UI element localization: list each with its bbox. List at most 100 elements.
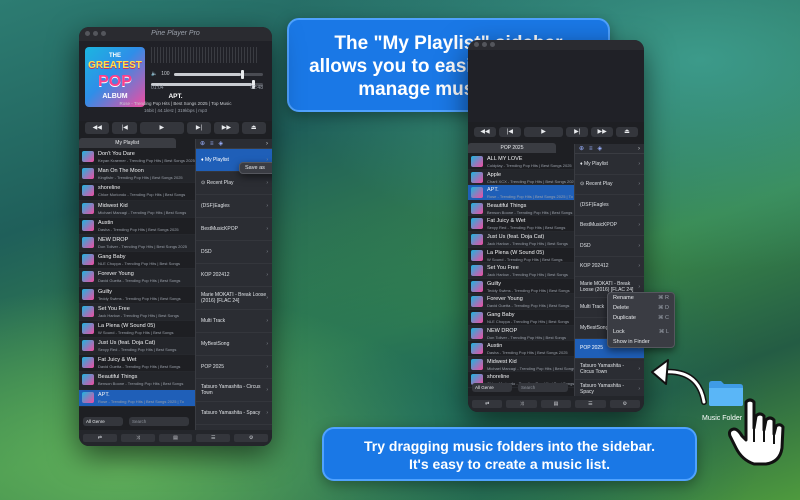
sidebar-item[interactable]: ⊙ Recent Play › bbox=[196, 172, 272, 195]
settings-icon[interactable]: ⚙ bbox=[234, 434, 268, 442]
track-row[interactable]: APT. Rose - Trending Pop Hits | Best Song… bbox=[468, 185, 574, 201]
track-row[interactable]: Don't You Dare Keyan Kraemer - Trending P… bbox=[79, 149, 195, 167]
track-artist: NLE Choppa - Trending Pop Hits | Best So… bbox=[487, 318, 569, 324]
track-title: Set You Free bbox=[487, 265, 519, 272]
track-row[interactable]: La Plena (W Sound 05) W Sound - Trending … bbox=[468, 248, 574, 264]
track-row[interactable]: Midwest Kid Michael Marcagi - Trending Po… bbox=[79, 200, 195, 218]
track-row[interactable]: Forever Young David Guetta - Trending Pop… bbox=[79, 269, 195, 287]
context-menu-item[interactable]: Delete ⌘ D bbox=[608, 303, 674, 313]
volume-slider[interactable] bbox=[173, 69, 263, 79]
track-row[interactable]: La Plena (W Sound 05) W Sound - Trending … bbox=[79, 321, 195, 339]
window-controls[interactable] bbox=[474, 42, 495, 47]
track-row[interactable]: Fat Juicy & Wet David Guetta - Trending P… bbox=[79, 355, 195, 373]
track-row[interactable]: shorelineChloe Moriondo - Trending Pop H… bbox=[79, 183, 195, 201]
track-row[interactable]: Guilty Teddy Swims - Trending Pop Hits | … bbox=[79, 287, 195, 304]
play-button[interactable]: ▶ bbox=[139, 122, 184, 134]
track-row[interactable]: Set You Free Jack Harlow - Trending Pop H… bbox=[79, 303, 195, 321]
track-row[interactable]: Beautiful Things Benson Boone - Trending … bbox=[468, 200, 574, 217]
list-icon[interactable]: ☰ bbox=[575, 400, 606, 408]
sidebar-item[interactable]: (DSF)Eagles › bbox=[575, 195, 644, 216]
genre-select[interactable]: All Genre bbox=[472, 383, 512, 392]
track-thumbnail bbox=[82, 288, 94, 300]
volume-knob[interactable] bbox=[240, 69, 244, 79]
track-row[interactable]: Man On The Moon Kingfishr - Trending Pop … bbox=[79, 166, 195, 184]
sidebar-item[interactable]: DSD › bbox=[196, 241, 272, 264]
sidebar-item[interactable]: Marie MOKATI - Break Loose (2016) [FLAC … bbox=[196, 287, 272, 310]
track-row[interactable]: ALL MY LOVE Coldplay - Trending Pop Hits … bbox=[468, 154, 574, 170]
track-row[interactable]: Austin Dasha - Trending Pop Hits | Best S… bbox=[79, 218, 195, 235]
track-row[interactable]: Guilty Teddy Swims - Trending Pop Hits | … bbox=[468, 279, 574, 295]
context-menu-item[interactable]: Rename ⌘ R bbox=[608, 293, 674, 303]
add-playlist-icon[interactable]: ⊕ bbox=[579, 145, 584, 152]
sidebar-item[interactable]: MyBestSong › bbox=[196, 333, 272, 356]
sidebar-item[interactable]: (DSF)Eagles › bbox=[196, 195, 272, 218]
repeat-icon[interactable]: ⇄ bbox=[472, 400, 503, 408]
tab-current-playlist[interactable]: POP 2025 bbox=[468, 143, 556, 153]
sidebar-item[interactable]: DSD › bbox=[575, 236, 644, 257]
eject-button[interactable]: ⏏ bbox=[616, 127, 638, 137]
track-thumbnail bbox=[82, 168, 94, 180]
context-menu-item[interactable]: Duplicate ⌘ C bbox=[608, 313, 674, 323]
track-row[interactable]: Apple Charli XCX - Trending Pop Hits | Be… bbox=[468, 169, 576, 186]
tag-icon[interactable]: ◈ bbox=[598, 145, 603, 152]
add-playlist-icon[interactable]: ⊕ bbox=[200, 140, 205, 147]
search-input[interactable]: Search bbox=[129, 417, 189, 426]
track-row[interactable]: Just Us (feat. Doja Cat) Jack Harlow - Tr… bbox=[468, 231, 574, 248]
chevron-right-icon[interactable]: › bbox=[266, 141, 268, 147]
track-row[interactable]: Gang Baby NLE Choppa - Trending Pop Hits … bbox=[468, 310, 574, 326]
sidebar-item[interactable]: POP 2025 › bbox=[196, 356, 272, 379]
tag-icon[interactable]: ◈ bbox=[219, 140, 224, 147]
track-row[interactable]: Set You Free Jack Harlow - Trending Pop H… bbox=[468, 263, 574, 279]
sidebar-item[interactable]: KOP 202412 › bbox=[196, 264, 272, 287]
save-as-menu-item[interactable]: Save as ⌘ C bbox=[240, 163, 272, 173]
genre-select[interactable]: All Genre bbox=[83, 417, 123, 426]
next-button[interactable]: ▶| bbox=[186, 122, 212, 134]
track-row[interactable]: Fat Juicy & Wet Sexyy Red - Trending Pop … bbox=[468, 216, 574, 232]
track-row[interactable]: Midwest Kid Michael Marcagi - Trending Po… bbox=[468, 356, 575, 373]
track-row[interactable]: Just Us (feat. Doja Cat) Sexyy Red - Tren… bbox=[79, 338, 195, 356]
track-artist: Keyan Kraemer - Trending Pop Hits | Best… bbox=[98, 158, 195, 163]
track-row[interactable]: NEW DROP Don Toliver - Trending Pop Hits … bbox=[79, 234, 195, 253]
time-row: 01:04 02:48 bbox=[151, 85, 263, 91]
sidebar-item[interactable]: KOP 202412 › bbox=[575, 257, 644, 277]
context-menu-item[interactable]: Show in Finder bbox=[608, 337, 674, 347]
chevron-right-icon[interactable]: › bbox=[638, 146, 640, 152]
track-artist: Rose - Trending Pop Hits | Best Songs 20… bbox=[98, 398, 184, 404]
sidebar-item[interactable]: Tatsuro Yamashita - Spacy › bbox=[196, 402, 272, 425]
file-icon[interactable]: ▤ bbox=[540, 400, 572, 408]
sidebar-item[interactable]: ⊙ Recent Play › bbox=[575, 175, 644, 195]
shuffle-icon[interactable]: ⤨ bbox=[506, 400, 537, 408]
eject-button[interactable]: ⏏ bbox=[241, 122, 266, 134]
callout-bottom: Try dragging music folders into the side… bbox=[322, 427, 697, 481]
play-button[interactable]: ▶ bbox=[523, 127, 564, 137]
sidebar-item[interactable]: BestMusicKPOP › bbox=[575, 216, 644, 236]
track-row[interactable]: Gang Baby NLE Choppa - Trending Pop Hits … bbox=[79, 252, 195, 270]
rewind-button[interactable]: ◀◀ bbox=[85, 122, 110, 134]
repeat-icon[interactable]: ⇄ bbox=[83, 434, 117, 442]
track-row[interactable]: Austin Dasha - Trending Pop Hits | Best S… bbox=[468, 341, 574, 357]
sort-icon[interactable]: ≡ bbox=[589, 146, 593, 152]
fast-forward-button[interactable]: ▶▶ bbox=[214, 122, 239, 134]
shuffle-icon[interactable]: ⤨ bbox=[120, 434, 155, 442]
sort-icon[interactable]: ≡ bbox=[210, 141, 214, 147]
sidebar-item[interactable]: ♦ My Playlist › bbox=[575, 154, 644, 175]
next-button[interactable]: ▶| bbox=[566, 127, 589, 137]
previous-button[interactable]: |◀ bbox=[112, 122, 137, 134]
track-row[interactable]: Forever Young David Guetta - Trending Pop… bbox=[468, 294, 574, 310]
rewind-button[interactable]: ◀◀ bbox=[474, 127, 496, 137]
sidebar-item[interactable]: Multi Track › bbox=[196, 310, 272, 333]
sidebar-item[interactable]: Tatsuro Yamashita - Circus Town › bbox=[196, 379, 272, 402]
sidebar-item[interactable]: Tatsuro Yamashita - Circus Town › bbox=[575, 359, 644, 380]
context-menu-item[interactable]: Lock ⌘ L bbox=[608, 327, 674, 337]
track-row[interactable]: Beautiful Things Benson Boone - Trending … bbox=[79, 372, 195, 390]
track-row[interactable]: NEW DROP Don Toliver - Trending Pop Hits … bbox=[468, 325, 574, 342]
settings-icon[interactable]: ⚙ bbox=[609, 400, 641, 408]
fast-forward-button[interactable]: ▶▶ bbox=[591, 127, 614, 137]
previous-button[interactable]: |◀ bbox=[498, 127, 521, 137]
sidebar-item[interactable]: BestMusicKPOP › bbox=[196, 218, 272, 241]
list-icon[interactable]: ☰ bbox=[196, 434, 231, 442]
tab-current-playlist[interactable]: My Playlist bbox=[79, 138, 176, 148]
track-row[interactable]: APT. Rose - Trending Pop Hits | Best Song… bbox=[79, 389, 195, 407]
file-icon[interactable]: ▤ bbox=[158, 434, 193, 442]
search-input[interactable]: Search bbox=[518, 383, 568, 392]
